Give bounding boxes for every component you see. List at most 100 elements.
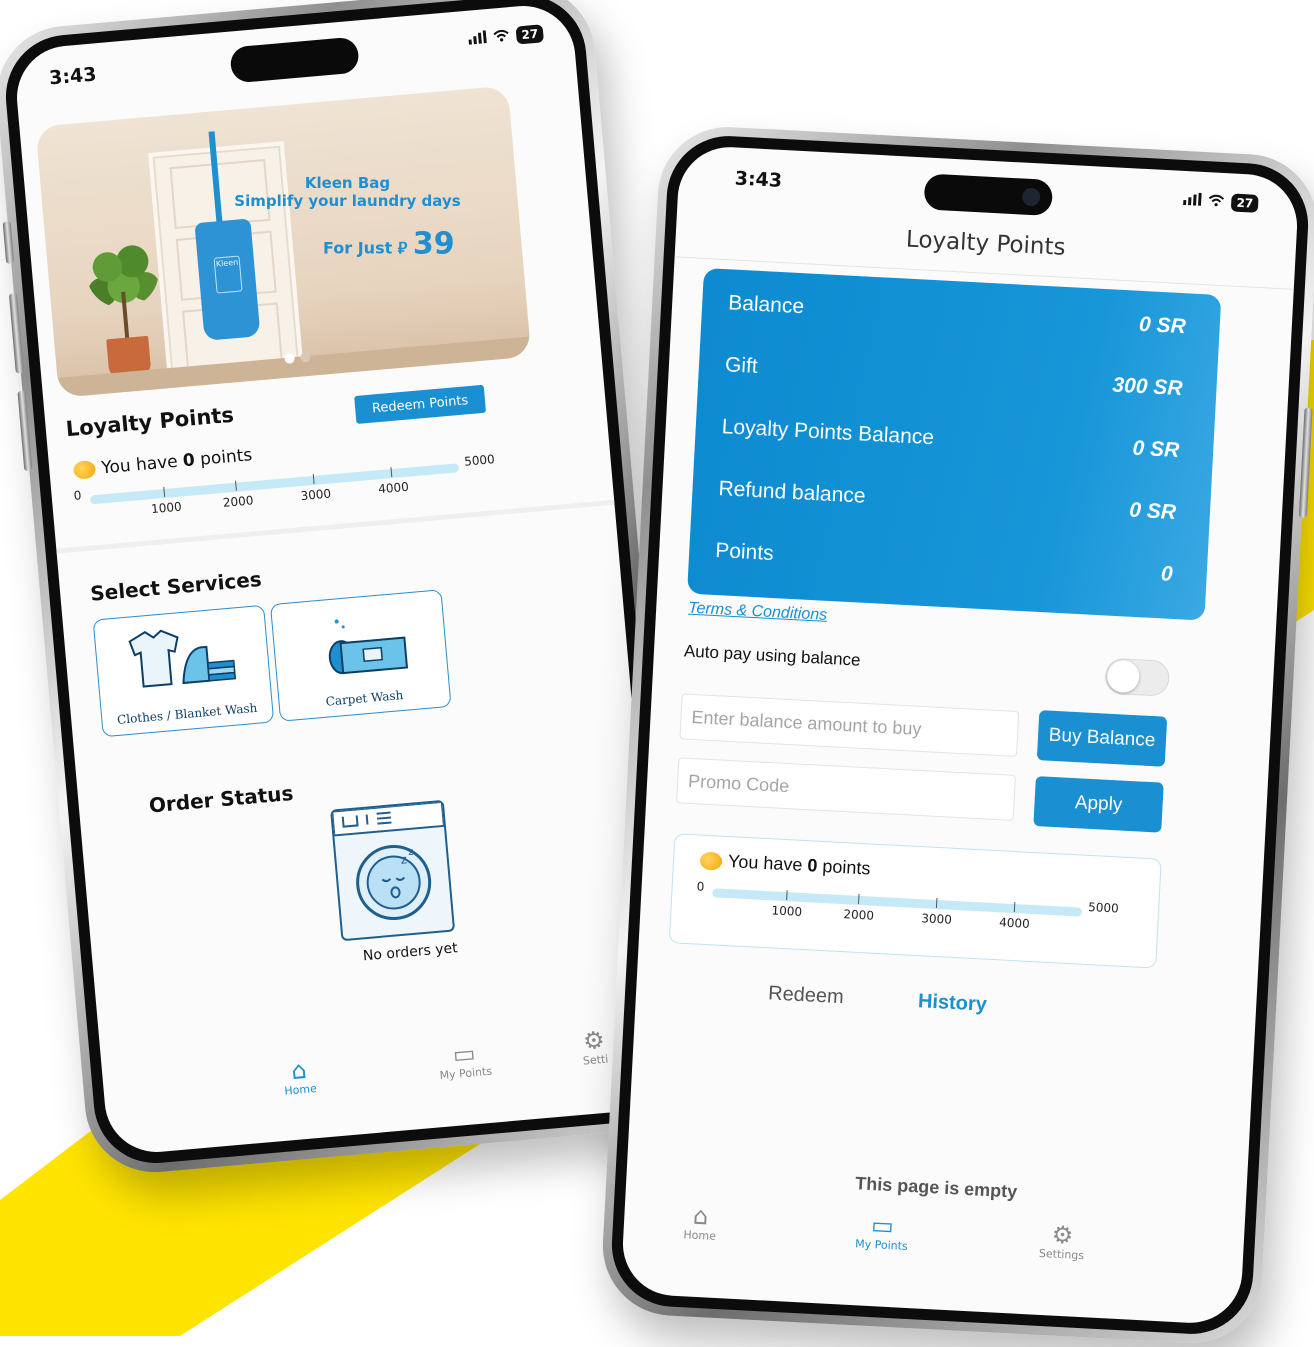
washer-drawing: z z	[331, 800, 445, 920]
points-value: 0	[806, 855, 818, 876]
price-value: 39	[413, 226, 455, 262]
status-icons: 27	[468, 24, 544, 48]
tab-label: Home	[283, 1081, 318, 1098]
tab-settings[interactable]: ⚙ Setti	[580, 1025, 609, 1068]
points-row: Points 0	[714, 538, 1174, 603]
apply-button[interactable]: Apply	[1033, 776, 1164, 833]
autopay-toggle[interactable]	[1104, 657, 1171, 697]
tab-home[interactable]: ⌂ Home	[683, 1202, 717, 1243]
service-card-carpet[interactable]: Carpet Wash	[269, 589, 452, 722]
balance-row-value: 0	[1160, 562, 1174, 586]
gear-icon: ⚙	[581, 1025, 606, 1056]
have-prefix: You have	[100, 451, 179, 479]
tab-redeem[interactable]: Redeem	[768, 982, 845, 1009]
toggle-knob	[1106, 659, 1141, 694]
balance-row-value: 300 SR	[1111, 373, 1184, 401]
tab-label: Home	[683, 1228, 717, 1243]
progress-tick-label: 2000	[843, 907, 875, 923]
status-time: 3:43	[734, 167, 783, 192]
loyalty-phone: 3:43 27 Loyalty Points Balance 0 SR Gift…	[599, 123, 1314, 1347]
banner-title: Kleen Bag	[304, 173, 390, 192]
balance-row-label: Refund balance	[717, 477, 867, 508]
clothes-iron-icon	[128, 629, 237, 688]
coins-icon	[699, 851, 723, 871]
terms-link[interactable]: Terms & Conditions	[688, 600, 828, 625]
dynamic-island	[229, 36, 360, 84]
balance-row-label: Points	[714, 538, 775, 565]
no-orders-text: No orders yet	[362, 940, 459, 965]
have-suffix: points	[199, 445, 254, 470]
wallet-icon: ▭	[870, 1211, 895, 1241]
banner-price: For Just ⃁ 39	[323, 226, 455, 261]
buy-balance-button[interactable]: Buy Balance	[1036, 710, 1168, 767]
tab-my-points[interactable]: ▭ My Points	[855, 1211, 910, 1253]
have-prefix: You have	[727, 851, 803, 875]
price-prefix: For Just ⃁	[323, 238, 408, 258]
refund-balance-row: Refund balance 0 SR	[717, 477, 1177, 541]
tab-label: My Points	[854, 1237, 909, 1253]
progress-tick-label: 4000	[377, 479, 410, 497]
progress-tick-label: 3000	[300, 486, 332, 504]
balance-row-value: 0 SR	[1128, 498, 1177, 524]
action-button	[2, 221, 15, 264]
order-status-title: Order Status	[147, 780, 295, 818]
carpet-icon	[328, 619, 409, 675]
home-screen: 3:43 27 Kleen Kleen Bag Simplify your la…	[12, 1, 668, 1157]
gift-row: Gift 300 SR	[724, 353, 1183, 417]
svg-text:z: z	[400, 852, 408, 866]
tab-history[interactable]: History	[917, 990, 987, 1017]
promo-banner[interactable]: Kleen Kleen Bag Simplify your laundry da…	[35, 85, 532, 398]
page-title: Loyalty Points	[905, 226, 1067, 261]
banner-subtitle: Simplify your laundry days	[233, 191, 461, 210]
loyalty-points-balance-row: Loyalty Points Balance 0 SR	[720, 415, 1180, 479]
tab-label: Setti	[582, 1052, 609, 1068]
services-title: Select Services	[89, 566, 263, 606]
dynamic-island	[923, 173, 1054, 217]
loyalty-title: Loyalty Points	[64, 402, 235, 442]
svg-text:z: z	[408, 847, 414, 858]
progress-tick-label: 1000	[150, 499, 183, 517]
tab-settings[interactable]: ⚙ Settings	[1038, 1220, 1086, 1263]
signal-icon	[468, 29, 488, 49]
points-summary: You have 0 points	[699, 850, 871, 880]
progress-tick-label: 2000	[222, 493, 254, 510]
signal-icon	[1183, 191, 1202, 210]
progress-max: 5000	[463, 452, 496, 469]
points-box: You have 0 points 0 1000 2000 3000 4000 …	[668, 833, 1162, 969]
bag-tag: Kleen	[213, 255, 243, 294]
battery-indicator: 27	[1231, 193, 1259, 213]
balance-row-label: Balance	[727, 291, 805, 319]
autopay-label: Auto pay using balance	[683, 641, 862, 670]
balance-row-value: 0 SR	[1138, 312, 1187, 339]
laundry-bag-illustration: Kleen	[194, 218, 261, 341]
progress-bar	[712, 888, 1083, 917]
home-phone: 3:43 27 Kleen Kleen Bag Simplify your la…	[0, 0, 689, 1178]
volume-down-button	[17, 390, 33, 472]
progress-min: 0	[73, 488, 82, 503]
washing-machine-sleep-icon: z z	[330, 799, 456, 942]
have-suffix: points	[821, 855, 871, 879]
balance-row: Balance 0 SR	[727, 291, 1187, 355]
home-icon: ⌂	[692, 1201, 710, 1231]
balance-row-label: Gift	[724, 353, 759, 378]
gear-icon: ⚙	[1051, 1220, 1075, 1250]
balance-row-label: Loyalty Points Balance	[721, 415, 935, 450]
front-camera	[1021, 187, 1041, 207]
redeem-points-button[interactable]: Redeem Points	[354, 384, 487, 424]
wifi-icon	[1208, 192, 1225, 211]
tab-label: Settings	[1038, 1246, 1085, 1263]
battery-indicator: 27	[515, 24, 544, 45]
coins-icon	[72, 459, 97, 480]
progress-max: 5000	[1087, 899, 1120, 916]
progress-tick-label: 3000	[920, 911, 953, 927]
promo-code-input[interactable]	[676, 757, 1016, 821]
wifi-icon	[493, 27, 511, 46]
loyalty-screen: 3:43 27 Loyalty Points Balance 0 SR Gift…	[620, 144, 1300, 1326]
service-card-clothes[interactable]: Clothes / Blanket Wash	[92, 604, 275, 738]
tab-home[interactable]: ⌂ Home	[282, 1056, 318, 1098]
balance-card: Balance 0 SR Gift 300 SR Loyalty Points …	[687, 267, 1222, 621]
points-value: 0	[182, 450, 196, 472]
status-icons: 27	[1183, 191, 1259, 213]
tab-my-points[interactable]: ▭ My Points	[437, 1039, 492, 1082]
balance-amount-input[interactable]	[679, 693, 1020, 758]
